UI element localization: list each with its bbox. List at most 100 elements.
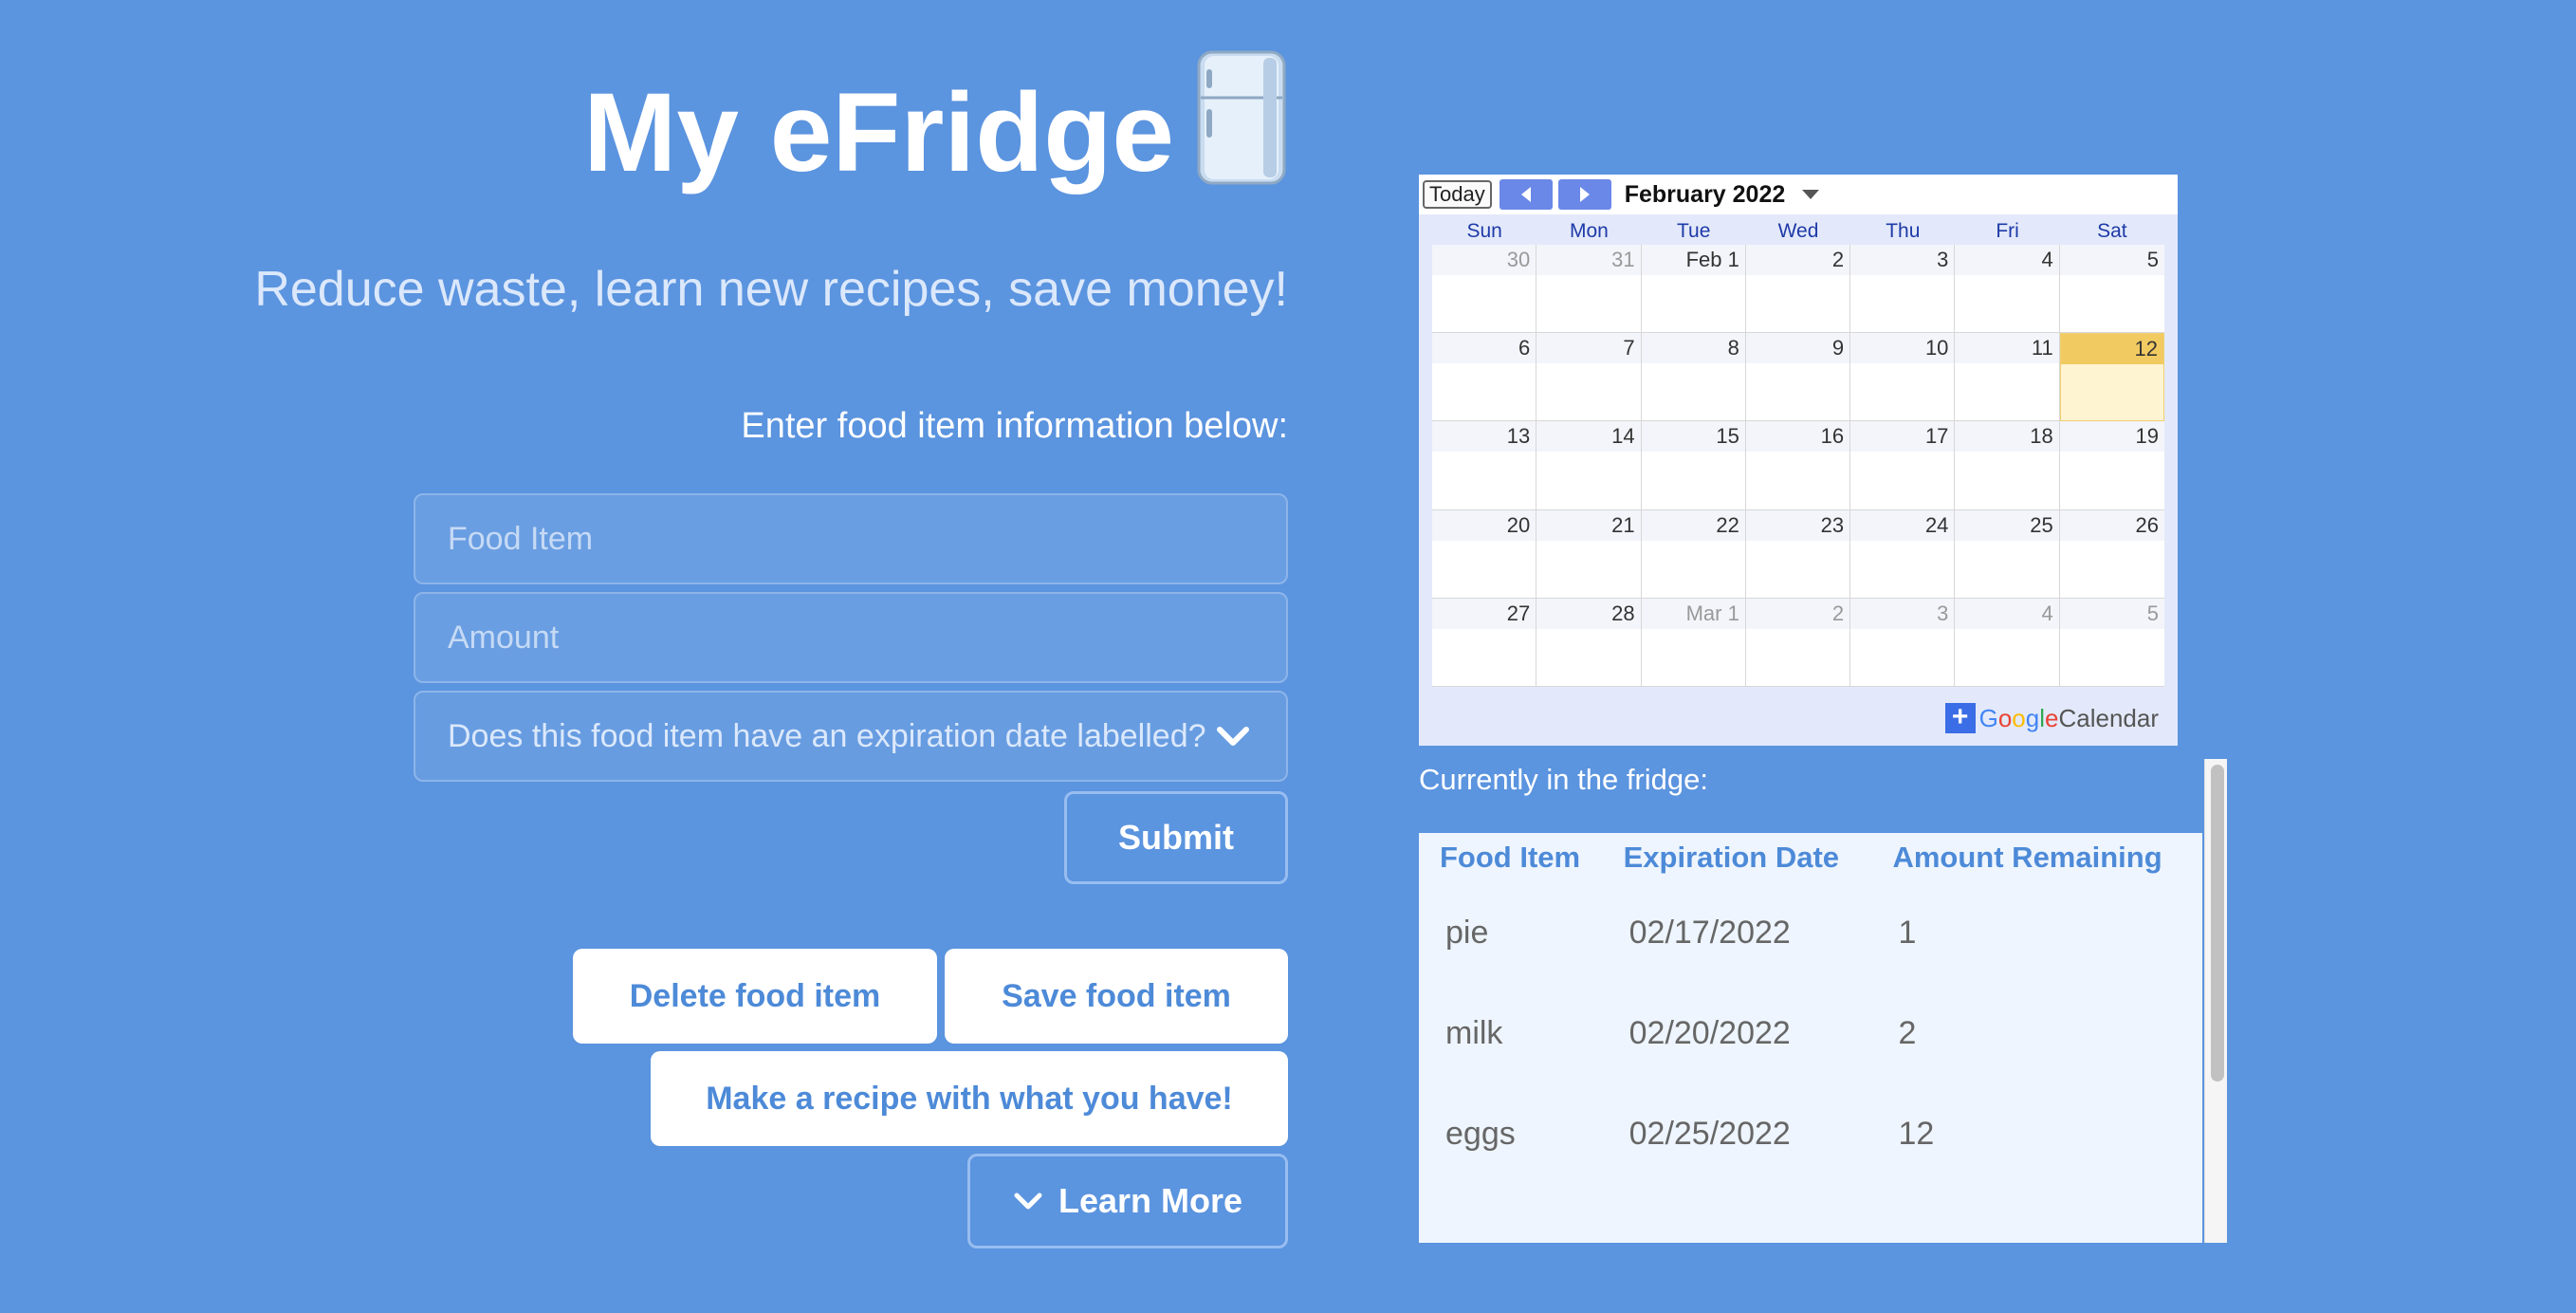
table-row[interactable]: milk 02/20/2022 2 [1419, 983, 2202, 1083]
calendar-day[interactable]: 21 [1536, 509, 1642, 599]
chevron-down-icon [1014, 1193, 1042, 1210]
calendar-day[interactable]: 22 [1641, 509, 1746, 599]
calendar-day[interactable]: 8 [1641, 333, 1746, 422]
caret-left-icon [1520, 187, 1531, 202]
calendar-day[interactable]: 4 [1955, 245, 2060, 334]
month-dropdown-icon[interactable] [1802, 189, 1820, 200]
fridge-list-scrollbar[interactable] [2204, 759, 2227, 1243]
day-number: 25 [1955, 509, 2059, 541]
day-number: 8 [1641, 333, 1745, 364]
today-button[interactable]: Today [1423, 180, 1492, 209]
chevron-down-icon [1217, 727, 1249, 746]
table-row[interactable]: pie 02/17/2022 1 [1419, 882, 2202, 983]
day-number: 12 [2060, 334, 2163, 365]
google-logo-text: Google [1978, 703, 2059, 732]
calendar-day[interactable]: 5 [2059, 245, 2164, 334]
day-number: 30 [1432, 245, 1536, 275]
calendar-day[interactable]: 13 [1432, 421, 1537, 510]
calendar-day[interactable]: 28 [1536, 598, 1642, 687]
day-number: 3 [1850, 245, 1955, 275]
day-number: 19 [2059, 421, 2164, 453]
next-month-button[interactable] [1557, 179, 1611, 210]
weekday-label: Sat [2097, 220, 2127, 242]
calendar-day[interactable]: Mar 1 [1641, 598, 1746, 687]
weekday-label: Sun [1466, 220, 1502, 242]
calendar-day[interactable]: 5 [2059, 598, 2164, 687]
calendar-day[interactable]: 15 [1641, 421, 1746, 510]
day-number: 2 [1745, 245, 1850, 275]
title-row: My eFridge [569, 50, 1290, 209]
day-number: 18 [1955, 421, 2059, 453]
calendar-day[interactable]: 9 [1745, 333, 1851, 422]
calendar-day[interactable]: 25 [1955, 509, 2060, 599]
day-number: 21 [1536, 509, 1641, 541]
calendar-day[interactable]: 17 [1850, 421, 1956, 510]
weekday-label: Wed [1777, 220, 1819, 242]
learn-more-button[interactable]: Learn More [967, 1154, 1288, 1248]
calendar-day[interactable]: 10 [1850, 333, 1956, 422]
calendar-day[interactable]: 2 [1745, 245, 1851, 334]
day-number: Mar 1 [1641, 598, 1745, 629]
delete-food-item-button[interactable]: Delete food item [573, 949, 937, 1044]
fridge-table-container: Food Item Expiration Date Amount Remaining… [1419, 833, 2202, 1243]
calendar-day[interactable]: 27 [1432, 598, 1537, 687]
day-number: 3 [1850, 598, 1955, 629]
food-item-input[interactable]: Food Item [414, 493, 1288, 584]
day-number: 22 [1641, 509, 1745, 541]
day-number: 10 [1850, 333, 1955, 364]
calendar-day[interactable]: 16 [1745, 421, 1851, 510]
day-number: 14 [1536, 421, 1641, 453]
calendar-day[interactable]: 11 [1955, 333, 2060, 422]
day-number: 23 [1745, 509, 1850, 541]
google-calendar-badge[interactable]: + Google Calendar [1944, 702, 2159, 734]
calendar-day-today[interactable]: 12 [2059, 333, 2164, 422]
day-number: 17 [1850, 421, 1955, 453]
previous-month-button[interactable] [1499, 179, 1553, 210]
table-cell: pie [1445, 914, 1489, 951]
google-calendar-widget: Today February 2022 Sun Mon Tue Wed Thu Fri Sa… [1419, 175, 2178, 746]
expiration-select[interactable]: Does this food item have an expiration d… [414, 691, 1288, 782]
caret-right-icon [1579, 187, 1590, 202]
page-title: My eFridge [583, 70, 1174, 195]
calendar-day[interactable]: 3 [1850, 598, 1956, 687]
day-number: 6 [1432, 333, 1536, 364]
table-header-row: Food Item Expiration Date Amount Remaining [1419, 833, 2202, 882]
scrollbar-thumb[interactable] [2211, 765, 2224, 1082]
day-number: 11 [1955, 333, 2059, 364]
calendar-day[interactable]: 4 [1955, 598, 2060, 687]
fridge-list-panel: Food Item Expiration Date Amount Remaining… [1419, 759, 2231, 1243]
weekday-label: Thu [1886, 220, 1921, 242]
calendar-day[interactable]: Feb 1 [1641, 245, 1746, 334]
calendar-day[interactable]: 7 [1536, 333, 1642, 422]
calendar-day[interactable]: 2 [1745, 598, 1851, 687]
calendar-day[interactable]: 26 [2059, 509, 2164, 599]
calendar-day[interactable]: 20 [1432, 509, 1537, 599]
table-cell: 02/17/2022 [1628, 914, 1791, 951]
day-number: 15 [1641, 421, 1745, 453]
calendar-day[interactable]: 31 [1536, 245, 1642, 334]
make-recipe-button[interactable]: Make a recipe with what you have! [651, 1051, 1288, 1146]
calendar-day[interactable]: 3 [1850, 245, 1956, 334]
calendar-day[interactable]: 6 [1432, 333, 1537, 422]
day-number: 5 [2059, 598, 2164, 629]
amount-placeholder: Amount [448, 619, 560, 656]
table-cell: 02/25/2022 [1628, 1115, 1791, 1152]
form-prompt: Enter food item information below: [741, 406, 1288, 446]
weekday-header: Sun Mon Tue Wed Thu Fri Sat [1432, 218, 2164, 245]
calendar-day[interactable]: 14 [1536, 421, 1642, 510]
table-row[interactable]: eggs 02/25/2022 12 [1419, 1083, 2202, 1184]
day-number: 16 [1745, 421, 1850, 453]
submit-button[interactable]: Submit [1064, 791, 1288, 884]
day-number: 20 [1432, 509, 1536, 541]
calendar-day[interactable]: 30 [1432, 245, 1537, 334]
day-number: 28 [1536, 598, 1641, 629]
calendar-day[interactable]: 23 [1745, 509, 1851, 599]
table-cell: 12 [1898, 1115, 1935, 1152]
calendar-day[interactable]: 19 [2059, 421, 2164, 510]
day-number: 2 [1745, 598, 1850, 629]
day-number: 31 [1536, 245, 1641, 275]
calendar-day[interactable]: 24 [1850, 509, 1956, 599]
amount-input[interactable]: Amount [414, 592, 1288, 683]
save-food-item-button[interactable]: Save food item [945, 949, 1288, 1044]
calendar-day[interactable]: 18 [1955, 421, 2060, 510]
